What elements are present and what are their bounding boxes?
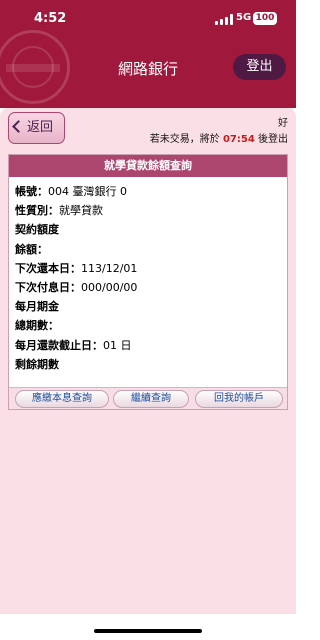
logout-button[interactable]: 登出 <box>233 54 286 80</box>
info-value: 004 臺灣銀行 0 <box>48 185 127 198</box>
info-row-type: 性質別：就學貸款 <box>15 202 287 221</box>
info-label: 餘額： <box>15 242 48 256</box>
info-label: 性質別： <box>15 204 59 218</box>
info-label: 下次還本日： <box>15 261 81 275</box>
info-label: 帳號： <box>15 185 48 198</box>
session-suffix: 後登出 <box>258 134 288 145</box>
info-label: 剩餘期數 <box>15 357 59 371</box>
session-prefix: 若未交易，將於 <box>149 134 220 145</box>
session-timeout: 若未交易，將於 07:54 後登出 <box>150 130 288 145</box>
info-label: 總期數： <box>15 319 59 333</box>
battery-icon: 100 <box>253 12 277 25</box>
home-indicator[interactable] <box>94 629 202 633</box>
session-countdown: 07:54 <box>222 134 255 145</box>
status-bar: 4:52 5G 100 <box>0 0 296 40</box>
info-value: 就學貸款 <box>59 204 103 218</box>
network-type: 5G <box>236 12 252 23</box>
info-row-balance: 餘額： <box>15 241 287 260</box>
back-button-label: 返回 <box>27 120 54 135</box>
info-value: 113/12/01 <box>81 261 138 275</box>
chevron-left-icon <box>12 120 25 133</box>
bottom-area <box>0 614 296 640</box>
info-row-payment-deadline: 每月還款截止日：01 日 <box>15 337 287 356</box>
back-button[interactable]: 返回 <box>8 112 65 144</box>
action-bar: 應繳本息查詢 繼續查詢 回我的帳戶 <box>9 387 287 409</box>
loan-info-list: 帳號：004 臺灣銀行 0 性質別：就學貸款 契約額度 餘額： 下次還本日：11… <box>9 177 287 375</box>
continue-query-button[interactable]: 繼續查詢 <box>113 390 189 408</box>
info-value: 01 日 <box>103 338 132 352</box>
info-row-account: 帳號：004 臺灣銀行 0 <box>15 183 287 202</box>
signal-icon <box>215 14 233 25</box>
interest-query-button[interactable]: 應繳本息查詢 <box>15 390 109 408</box>
info-row-total-terms: 總期數： <box>15 317 287 336</box>
info-value: 000/00/00 <box>81 280 138 294</box>
status-time: 4:52 <box>34 11 67 26</box>
info-label: 下次付息日： <box>15 280 81 294</box>
info-row-next-principal-date: 下次還本日：113/12/01 <box>15 260 287 279</box>
info-row-contract-amount: 契約額度 <box>15 221 287 240</box>
info-row-remaining-terms: 剩餘期數 <box>15 356 287 375</box>
info-label: 每月還款截止日： <box>15 338 103 352</box>
info-row-monthly-payment: 每月期金 <box>15 298 287 317</box>
my-accounts-button[interactable]: 回我的帳戶 <box>195 390 283 408</box>
greeting-text: 好 <box>278 118 288 129</box>
info-row-next-interest-date: 下次付息日：000/00/00 <box>15 279 287 298</box>
app-header: 4:52 5G 100 網路銀行 登出 <box>0 0 296 108</box>
info-label: 契約額度 <box>15 223 59 237</box>
info-label: 每月期金 <box>15 300 59 314</box>
card-title: 就學貸款餘額查詢 <box>9 155 287 177</box>
loan-balance-card: 就學貸款餘額查詢 帳號：004 臺灣銀行 0 性質別：就學貸款 契約額度 餘額：… <box>8 154 288 410</box>
